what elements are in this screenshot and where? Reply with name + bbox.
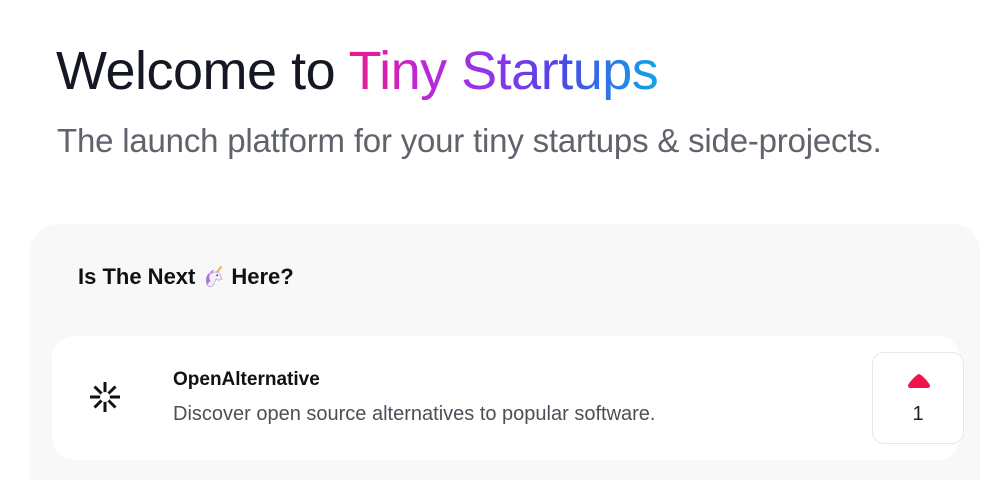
upvote-icon: [908, 374, 930, 388]
upvote-count: 1: [912, 403, 924, 425]
upvote-button[interactable]: 1: [872, 352, 964, 444]
product-card[interactable]: OpenAlternative Discover open source alt…: [52, 336, 964, 460]
brand-name: Tiny Startups: [348, 41, 659, 101]
section-heading-after: Here?: [231, 264, 294, 289]
featured-panel: Is The Next Here? OpenAlternative Discov…: [30, 224, 980, 480]
unicorn-icon: [206, 266, 223, 288]
section-heading-before: Is The Next: [78, 264, 196, 289]
page-subtitle: The launch platform for your tiny startu…: [57, 122, 882, 159]
product-description: Discover open source alternatives to pop…: [173, 403, 656, 425]
title-prefix: Welcome to: [56, 41, 349, 101]
page-title: Welcome to Tiny Startups: [56, 38, 659, 104]
section-heading: Is The Next Here?: [78, 264, 294, 290]
asterisk-logo-icon: [90, 382, 120, 412]
product-name[interactable]: OpenAlternative: [173, 369, 320, 391]
page: Welcome to Tiny Startups The launch plat…: [0, 0, 1000, 480]
